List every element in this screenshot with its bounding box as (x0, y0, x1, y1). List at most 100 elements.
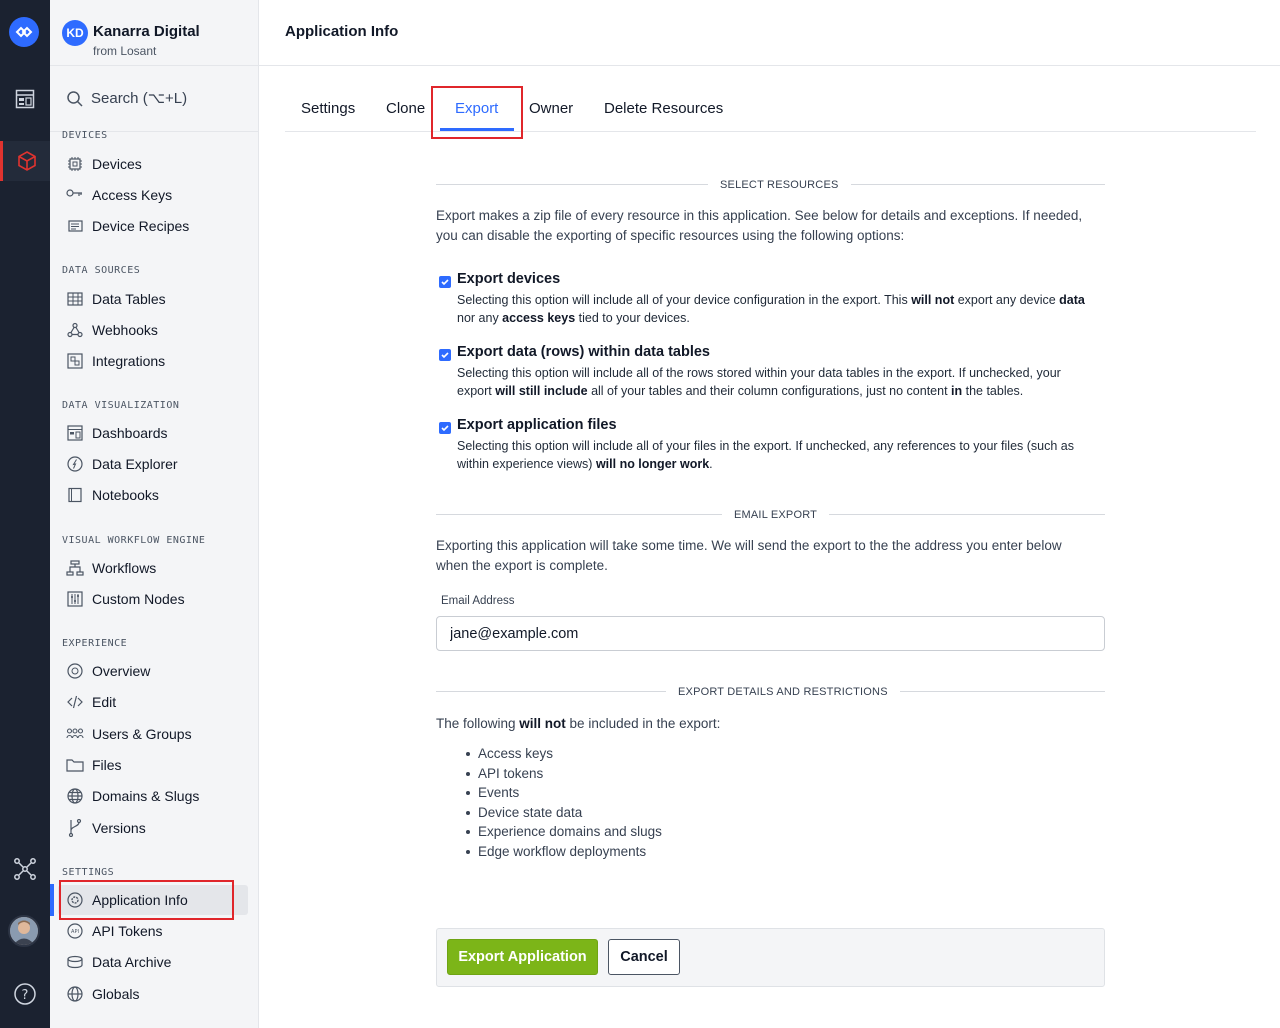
sidebar-item-users-groups[interactable]: Users & Groups (58, 720, 248, 748)
user-avatar[interactable] (8, 915, 40, 947)
page-title: Application Info (285, 23, 399, 40)
list-item: API tokens (466, 764, 662, 784)
sidebar-item-data-archive[interactable]: Data Archive (58, 948, 248, 976)
sidebar-item-devices[interactable]: Devices (58, 150, 248, 178)
restrictions-list: Access keys API tokens Events Device sta… (466, 744, 662, 861)
section-devices: DEVICES (62, 130, 108, 141)
app-rail: ? (0, 0, 50, 1028)
select-resources-intro: Export makes a zip file of every resourc… (436, 206, 1108, 246)
sidebar-item-label: Workflows (92, 560, 157, 576)
export-data-rows-checkbox[interactable] (439, 349, 451, 361)
sidebar-item-api-tokens[interactable]: API API Tokens (58, 917, 248, 945)
sidebar-item-versions[interactable]: Versions (58, 814, 248, 842)
desc-text: Selecting this option will include all o… (457, 366, 1061, 380)
select-resources-heading: SELECT RESOURCES (708, 179, 851, 191)
desc-bold: will no longer work (595, 457, 710, 471)
archive-icon (66, 953, 84, 971)
users-icon (66, 725, 84, 743)
sidebar-item-label: Device Recipes (92, 218, 190, 234)
branch-icon (66, 819, 84, 837)
highlight-box-sidebar (59, 880, 234, 920)
sidebar-item-device-recipes[interactable]: Device Recipes (58, 212, 248, 240)
desc-text: Selecting this option will include all o… (457, 439, 1074, 453)
webhook-icon (66, 321, 84, 339)
desc-text: The following (436, 716, 520, 731)
section-data-sources: DATA SOURCES (62, 265, 141, 276)
export-files-description: Selecting this option will include all o… (457, 437, 1107, 473)
sidebar-item-label: Devices (92, 156, 142, 172)
section-workflow-engine: VISUAL WORKFLOW ENGINE (62, 535, 206, 546)
export-files-label[interactable]: Export application files (457, 417, 617, 433)
email-text-line-2: when the export is complete. (436, 558, 608, 573)
tab-settings[interactable]: Settings (301, 100, 355, 117)
sidebar-item-workflows[interactable]: Workflows (58, 554, 248, 582)
sidebar-item-label: Integrations (92, 353, 166, 369)
sidebar-item-label: Edit (92, 694, 117, 710)
desc-text: within experience views) (457, 457, 596, 471)
sidebar-item-label: Domains & Slugs (92, 788, 200, 804)
intro-line-2: you can disable the exporting of specifi… (436, 228, 905, 243)
sidebar-item-overview[interactable]: Overview (58, 657, 248, 685)
help-icon[interactable]: ? (0, 974, 50, 1014)
export-files-checkbox[interactable] (439, 422, 451, 434)
sidebar-item-files[interactable]: Files (58, 751, 248, 779)
desc-bold: will not (519, 716, 566, 731)
sidebar-item-access-keys[interactable]: Access Keys (58, 181, 248, 209)
tab-owner[interactable]: Owner (529, 100, 573, 117)
sidebar-item-label: API Tokens (92, 923, 163, 939)
desc-bold: will still include (495, 384, 588, 398)
org-switcher[interactable]: KD Kanarra Digital from Losant (50, 0, 258, 66)
desc-bold: data (1059, 293, 1085, 307)
sidebar-item-data-explorer[interactable]: Data Explorer (58, 450, 248, 478)
application-cube-icon[interactable] (0, 141, 50, 181)
sidebar-item-label: Versions (92, 820, 146, 836)
desc-text: export (457, 384, 496, 398)
sidebar-item-label: Globals (92, 986, 140, 1002)
chip-icon (66, 155, 84, 173)
notebook-icon (66, 486, 84, 504)
sidebar-item-dashboards[interactable]: Dashboards (58, 419, 248, 447)
sidebar-item-globals[interactable]: Globals (58, 980, 248, 1008)
email-text-line-1: Exporting this application will take som… (436, 538, 1062, 553)
restrictions-heading: EXPORT DETAILS AND RESTRICTIONS (666, 686, 900, 698)
network-icon[interactable] (0, 849, 50, 889)
export-application-button[interactable]: Export Application (447, 939, 598, 975)
desc-bold: will not (911, 293, 955, 307)
export-devices-checkbox[interactable] (439, 276, 451, 288)
active-indicator (50, 884, 54, 916)
sliders-icon (66, 590, 84, 608)
org-badge: KD (62, 20, 88, 46)
email-address-input[interactable] (436, 616, 1105, 651)
tab-delete-resources[interactable]: Delete Resources (604, 100, 723, 117)
losant-logo-icon[interactable] (9, 17, 39, 47)
desc-text: Selecting this option will include all o… (457, 293, 912, 307)
sidebar-item-edit[interactable]: Edit (58, 688, 248, 716)
sidebar-item-notebooks[interactable]: Notebooks (58, 481, 248, 509)
globe-icon (66, 787, 84, 805)
export-data-rows-label[interactable]: Export data (rows) within data tables (457, 344, 710, 360)
table-icon (66, 290, 84, 308)
intro-line-1: Export makes a zip file of every resourc… (436, 208, 1083, 223)
org-subtitle: from Losant (93, 44, 157, 58)
cancel-button[interactable]: Cancel (608, 939, 680, 975)
globe-icon (66, 985, 84, 1003)
dashboards-rail-icon[interactable] (0, 79, 50, 119)
sidebar-item-label: Overview (92, 663, 151, 679)
sidebar-item-custom-nodes[interactable]: Custom Nodes (58, 585, 248, 613)
sidebar-item-webhooks[interactable]: Webhooks (58, 316, 248, 344)
sidebar-item-label: Notebooks (92, 487, 159, 503)
search-label: Search (⌥+L) (91, 90, 188, 107)
sidebar-item-label: Access Keys (92, 187, 173, 203)
email-export-heading: EMAIL EXPORT (722, 509, 830, 521)
email-export-text: Exporting this application will take som… (436, 536, 1108, 576)
tab-clone[interactable]: Clone (386, 100, 425, 117)
sidebar-item-label: Data Tables (92, 291, 166, 307)
workflow-icon (66, 559, 84, 577)
compass-icon (66, 455, 84, 473)
sidebar-item-integrations[interactable]: Integrations (58, 347, 248, 375)
desc-text: tied to your devices. (575, 311, 690, 325)
desc-text: export any device (954, 293, 1060, 307)
sidebar-item-domains-slugs[interactable]: Domains & Slugs (58, 782, 248, 810)
export-devices-label[interactable]: Export devices (457, 271, 560, 287)
sidebar-item-data-tables[interactable]: Data Tables (58, 285, 248, 313)
